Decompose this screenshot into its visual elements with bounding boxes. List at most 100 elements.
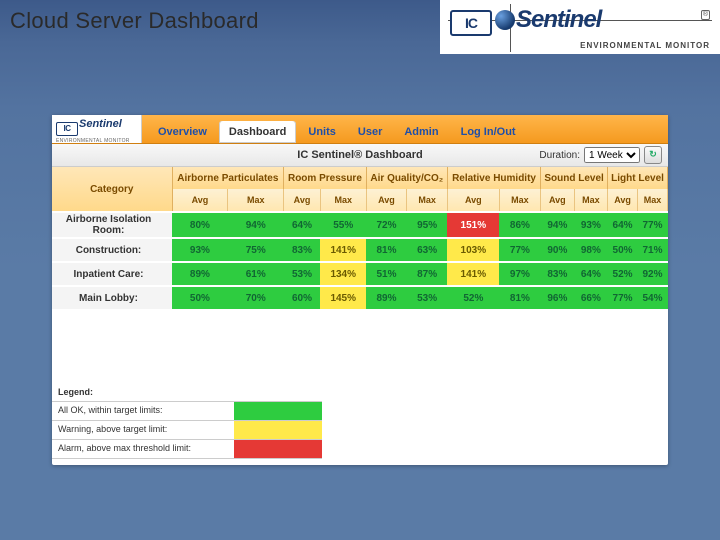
duration-label: Duration:	[539, 150, 580, 161]
sub-header: Avg	[172, 189, 228, 212]
metric-cell: 93%	[574, 212, 607, 238]
row-label: Inpatient Care:	[52, 262, 172, 286]
tab-admin[interactable]: Admin	[394, 121, 448, 143]
mini-wordmark: Sentinel	[79, 118, 122, 130]
tab-log-in-out[interactable]: Log In/Out	[451, 121, 526, 143]
sub-header: Max	[499, 189, 540, 212]
tab-units[interactable]: Units	[298, 121, 346, 143]
metric-cell: 64%	[574, 262, 607, 286]
mini-ic-chip: IC	[56, 122, 78, 136]
metric-cell: 95%	[407, 212, 448, 238]
metric-cell: 63%	[407, 238, 448, 262]
category-header: Category	[52, 167, 172, 212]
metric-cell: 72%	[366, 212, 407, 238]
metric-group-header: Light Level	[608, 167, 668, 189]
metric-cell: 81%	[366, 238, 407, 262]
table-row: Airborne Isolation Room:80%94%64%55%72%9…	[52, 212, 668, 238]
row-label: Airborne Isolation Room:	[52, 212, 172, 238]
metrics-table: CategoryAirborne ParticulatesRoom Pressu…	[52, 167, 668, 309]
metric-cell: 134%	[320, 262, 366, 286]
sub-header: Avg	[284, 189, 321, 212]
metric-cell: 92%	[637, 262, 667, 286]
metric-cell: 52%	[608, 262, 638, 286]
metric-cell: 71%	[637, 238, 667, 262]
metric-cell: 77%	[608, 286, 638, 309]
legend-text: Alarm, above max threshold limit:	[52, 440, 234, 458]
metric-cell: 55%	[320, 212, 366, 238]
metric-cell: 70%	[228, 286, 284, 309]
metric-cell: 53%	[407, 286, 448, 309]
metric-cell: 50%	[608, 238, 638, 262]
duration-select[interactable]: 1 Week	[584, 147, 640, 163]
metric-cell: 94%	[228, 212, 284, 238]
tab-dashboard[interactable]: Dashboard	[219, 121, 296, 143]
metric-cell: 97%	[499, 262, 540, 286]
metric-cell: 61%	[228, 262, 284, 286]
globe-icon	[495, 10, 515, 30]
metric-cell: 54%	[637, 286, 667, 309]
metric-cell: 64%	[284, 212, 321, 238]
page-title: Cloud Server Dashboard	[10, 8, 259, 34]
tab-user[interactable]: User	[348, 121, 392, 143]
legend-row: Alarm, above max threshold limit:	[52, 440, 322, 459]
metric-cell: 77%	[499, 238, 540, 262]
tab-bar: OverviewDashboardUnitsUserAdminLog In/Ou…	[142, 115, 668, 143]
metric-group-header: Sound Level	[541, 167, 608, 189]
metric-cell: 60%	[284, 286, 321, 309]
metric-cell: 87%	[407, 262, 448, 286]
metric-cell: 50%	[172, 286, 228, 309]
metric-cell: 75%	[228, 238, 284, 262]
sub-header: Max	[407, 189, 448, 212]
metric-cell: 83%	[541, 262, 574, 286]
legend-text: Warning, above target limit:	[52, 421, 234, 439]
table-row: Construction:93%75%83%141%81%63%103%77%9…	[52, 238, 668, 262]
brand-ic-chip: IC	[450, 10, 492, 36]
metric-group-header: Airborne Particulates	[172, 167, 284, 189]
metric-cell: 141%	[320, 238, 366, 262]
legend-swatch	[234, 421, 322, 439]
table-row: Main Lobby:50%70%60%145%89%53%52%81%96%6…	[52, 286, 668, 309]
metric-cell: 53%	[284, 262, 321, 286]
legend: Legend: All OK, within target limits:War…	[52, 383, 322, 459]
refresh-button[interactable]: ↻	[644, 146, 662, 164]
metric-cell: 86%	[499, 212, 540, 238]
metric-cell: 103%	[447, 238, 499, 262]
tab-overview[interactable]: Overview	[148, 121, 217, 143]
metric-group-header: Air Quality/CO₂	[366, 167, 447, 189]
metric-cell: 151%	[447, 212, 499, 238]
table-row: Inpatient Care:89%61%53%134%51%87%141%97…	[52, 262, 668, 286]
metric-cell: 81%	[499, 286, 540, 309]
metric-cell: 93%	[172, 238, 228, 262]
dashboard-panel: ICSentinel ENVIRONMENTAL MONITOR Overvie…	[52, 115, 668, 465]
registered-icon: ®	[701, 10, 710, 20]
sub-header: Avg	[447, 189, 499, 212]
brand-wordmark: Sentinel	[494, 6, 601, 34]
metric-cell: 51%	[366, 262, 407, 286]
row-label: Construction:	[52, 238, 172, 262]
sub-header: Max	[574, 189, 607, 212]
metric-cell: 52%	[447, 286, 499, 309]
panel-mini-logo: ICSentinel ENVIRONMENTAL MONITOR	[52, 115, 142, 143]
metric-cell: 96%	[541, 286, 574, 309]
duration-control: Duration: 1 Week ↻	[539, 146, 662, 164]
metric-cell: 94%	[541, 212, 574, 238]
legend-text: All OK, within target limits:	[52, 402, 234, 420]
dashboard-subheader: IC Sentinel® Dashboard Duration: 1 Week …	[52, 144, 668, 167]
row-label: Main Lobby:	[52, 286, 172, 309]
metric-cell: 141%	[447, 262, 499, 286]
metric-cell: 77%	[637, 212, 667, 238]
metric-cell: 90%	[541, 238, 574, 262]
sub-header: Max	[228, 189, 284, 212]
legend-row: Warning, above target limit:	[52, 421, 322, 440]
sub-header: Max	[320, 189, 366, 212]
legend-swatch	[234, 402, 322, 420]
metric-cell: 83%	[284, 238, 321, 262]
metric-cell: 89%	[366, 286, 407, 309]
sub-header: Avg	[541, 189, 574, 212]
brand-tagline: ENVIRONMENTAL MONITOR	[580, 41, 710, 50]
panel-header: ICSentinel ENVIRONMENTAL MONITOR Overvie…	[52, 115, 668, 144]
legend-swatch	[234, 440, 322, 458]
sub-header: Avg	[366, 189, 407, 212]
metric-cell: 145%	[320, 286, 366, 309]
metric-cell: 80%	[172, 212, 228, 238]
